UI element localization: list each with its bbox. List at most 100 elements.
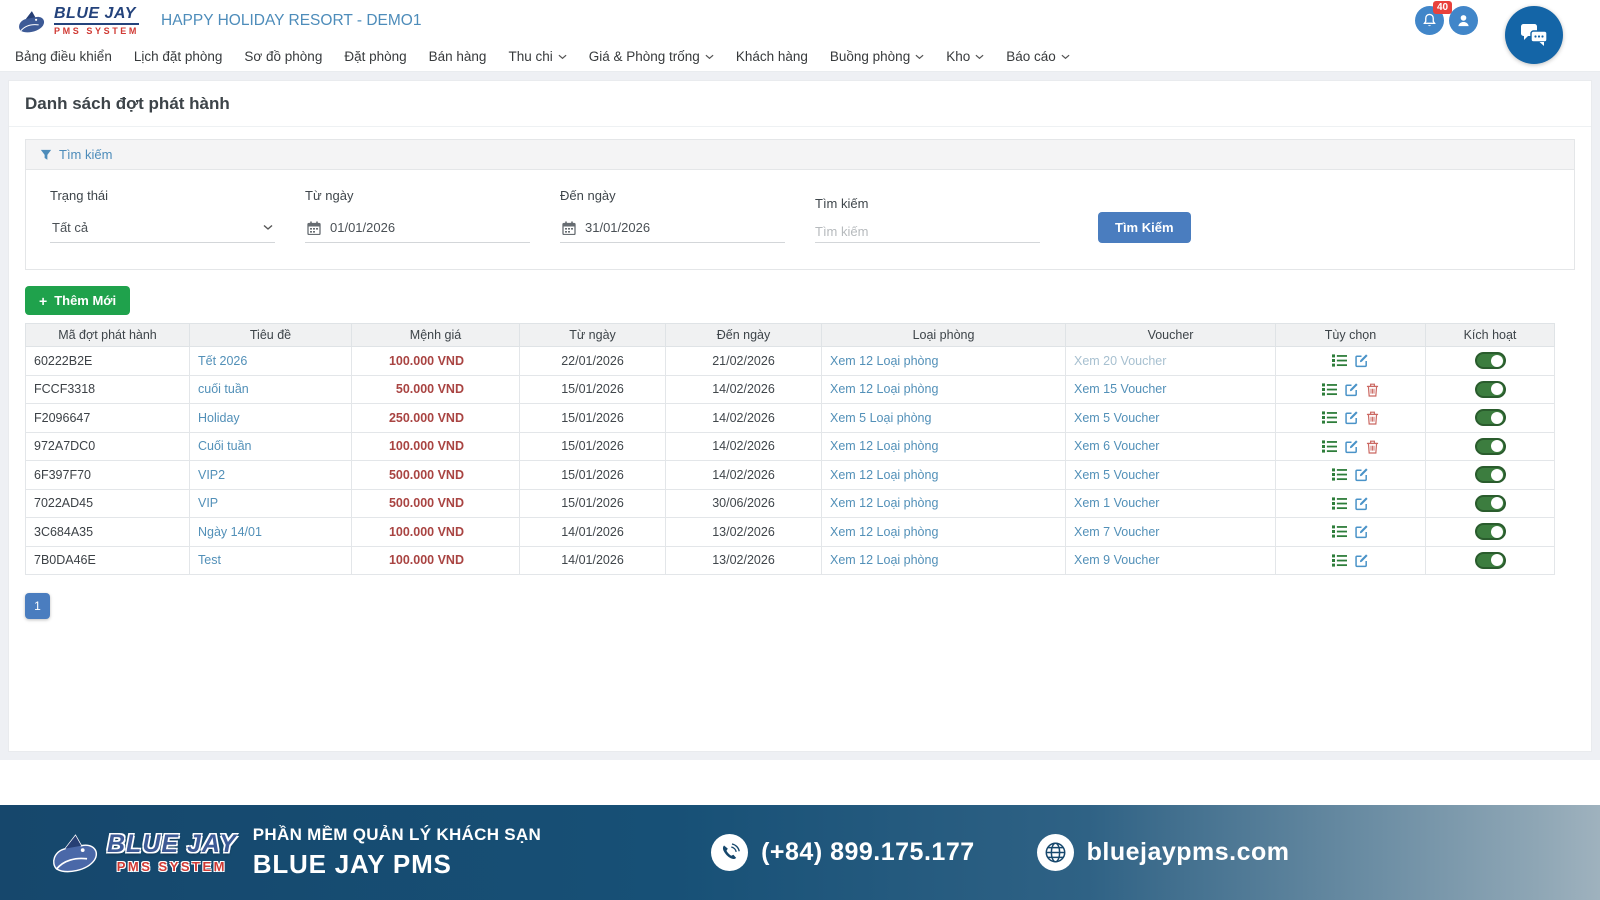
nav-item-label: Lịch đặt phòng (134, 49, 223, 64)
issue-to-date: 13/02/2026 (666, 518, 822, 547)
voucher-list-icon[interactable] (1322, 410, 1337, 425)
nav-item[interactable]: Thu chi (497, 42, 577, 71)
issue-face-value: 250.000 VND (352, 404, 520, 433)
table-row: 60222B2E Tết 2026 100.000 VND 22/01/2026… (26, 347, 1555, 376)
nav-item[interactable]: Đặt phòng (333, 42, 417, 71)
toggle-knob (1491, 412, 1503, 424)
room-types-link[interactable]: Xem 12 Loại phòng (830, 468, 938, 482)
issue-title-link[interactable]: Tết 2026 (198, 354, 247, 368)
issue-face-value: 100.000 VND (352, 432, 520, 461)
chat-support-widget-button[interactable] (1505, 6, 1563, 64)
delete-icon[interactable] (1366, 439, 1379, 454)
page-title: Danh sách đợt phát hành (25, 94, 230, 113)
edit-icon[interactable] (1354, 467, 1369, 482)
nav-item[interactable]: Sơ đồ phòng (233, 42, 333, 71)
edit-icon[interactable] (1354, 553, 1369, 568)
issue-to-date: 14/02/2026 (666, 432, 822, 461)
footer-phone-number: (+84) 899.175.177 (761, 838, 975, 867)
nav-item[interactable]: Báo cáo (995, 42, 1081, 71)
issue-code: 3C684A35 (26, 518, 190, 547)
edit-icon[interactable] (1354, 496, 1369, 511)
active-toggle[interactable] (1475, 523, 1506, 540)
nav-item[interactable]: Lịch đặt phòng (123, 42, 234, 71)
issue-title-link[interactable]: Cuối tuần (198, 439, 252, 453)
edit-icon[interactable] (1344, 439, 1359, 454)
edit-icon[interactable] (1344, 410, 1359, 425)
edit-icon[interactable] (1354, 524, 1369, 539)
voucher-link[interactable]: Xem 6 Voucher (1074, 439, 1159, 453)
user-account-button[interactable] (1449, 6, 1478, 35)
add-new-button[interactable]: + Thêm Mới (25, 286, 130, 315)
voucher-list-icon[interactable] (1322, 382, 1337, 397)
nav-item-label: Khách hàng (736, 49, 808, 64)
active-toggle[interactable] (1475, 552, 1506, 569)
keyword-label: Tìm kiếm (815, 196, 1040, 211)
column-header: Mệnh giá (352, 324, 520, 347)
active-toggle[interactable] (1475, 466, 1506, 483)
issue-title-link[interactable]: Holiday (198, 411, 240, 425)
issue-title-link[interactable]: VIP2 (198, 468, 225, 482)
delete-icon[interactable] (1366, 410, 1379, 425)
chevron-down-icon (263, 224, 273, 231)
nav-item[interactable]: Khách hàng (725, 42, 819, 71)
issue-title-link[interactable]: Ngày 14/01 (198, 525, 262, 539)
room-types-link[interactable]: Xem 12 Loại phòng (830, 439, 938, 453)
nav-item[interactable]: Kho (935, 42, 995, 71)
keyword-input[interactable] (815, 224, 1040, 239)
chevron-down-icon (915, 54, 924, 60)
search-panel-header[interactable]: Tìm kiếm (26, 140, 1574, 170)
issue-face-value: 500.000 VND (352, 461, 520, 490)
edit-icon[interactable] (1354, 353, 1369, 368)
active-toggle[interactable] (1475, 352, 1506, 369)
delete-icon[interactable] (1366, 382, 1379, 397)
edit-icon[interactable] (1344, 382, 1359, 397)
voucher-list-icon[interactable] (1332, 353, 1347, 368)
pagination-page-button[interactable]: 1 (25, 593, 50, 619)
issue-from-date: 14/01/2026 (520, 546, 666, 575)
app-logo: BLUE JAY PMS SYSTEM (14, 6, 139, 36)
active-toggle[interactable] (1475, 381, 1506, 398)
table-row: 7022AD45 VIP 500.000 VND 15/01/2026 30/0… (26, 489, 1555, 518)
header-icons: 40 (1415, 6, 1478, 35)
voucher-list-icon[interactable] (1332, 467, 1347, 482)
to-date-input[interactable]: 31/01/2026 (560, 216, 785, 243)
active-toggle[interactable] (1475, 495, 1506, 512)
voucher-link[interactable]: Xem 1 Voucher (1074, 496, 1159, 510)
voucher-link[interactable]: Xem 7 Voucher (1074, 525, 1159, 539)
notification-count-badge: 40 (1433, 1, 1452, 14)
active-toggle[interactable] (1475, 438, 1506, 455)
voucher-list-icon[interactable] (1332, 496, 1347, 511)
voucher-list-icon[interactable] (1332, 553, 1347, 568)
voucher-list-icon[interactable] (1332, 524, 1347, 539)
issue-title-link[interactable]: cuối tuần (198, 382, 249, 396)
search-submit-button[interactable]: Tìm Kiếm (1098, 212, 1191, 243)
voucher-link[interactable]: Xem 20 Voucher (1074, 354, 1166, 368)
room-types-link[interactable]: Xem 12 Loại phòng (830, 496, 938, 510)
status-select[interactable]: Tất cả (50, 216, 275, 243)
issue-from-date: 15/01/2026 (520, 404, 666, 433)
issue-title-link[interactable]: Test (198, 553, 221, 567)
logo-sub-text: PMS SYSTEM (54, 27, 139, 36)
column-header: Voucher (1066, 324, 1276, 347)
toggle-knob (1491, 497, 1503, 509)
room-types-link[interactable]: Xem 5 Loại phòng (830, 411, 931, 425)
nav-item[interactable]: Buồng phòng (819, 42, 935, 71)
voucher-link[interactable]: Xem 15 Voucher (1074, 382, 1166, 396)
voucher-link[interactable]: Xem 5 Voucher (1074, 411, 1159, 425)
room-types-link[interactable]: Xem 12 Loại phòng (830, 553, 938, 567)
active-toggle[interactable] (1475, 409, 1506, 426)
globe-icon (1037, 834, 1074, 871)
room-types-link[interactable]: Xem 12 Loại phòng (830, 525, 938, 539)
from-date-input[interactable]: 01/01/2026 (305, 216, 530, 243)
room-types-link[interactable]: Xem 12 Loại phòng (830, 354, 938, 368)
nav-item[interactable]: Bán hàng (418, 42, 498, 71)
keyword-field: Tìm kiếm (815, 196, 1040, 243)
nav-item[interactable]: Bảng điều khiển (4, 42, 123, 71)
voucher-link[interactable]: Xem 5 Voucher (1074, 468, 1159, 482)
room-types-link[interactable]: Xem 12 Loại phòng (830, 382, 938, 396)
to-date-value: 31/01/2026 (585, 220, 650, 235)
voucher-link[interactable]: Xem 9 Voucher (1074, 553, 1159, 567)
voucher-list-icon[interactable] (1322, 439, 1337, 454)
nav-item[interactable]: Giá & Phòng trống (578, 42, 725, 71)
issue-title-link[interactable]: VIP (198, 496, 218, 510)
